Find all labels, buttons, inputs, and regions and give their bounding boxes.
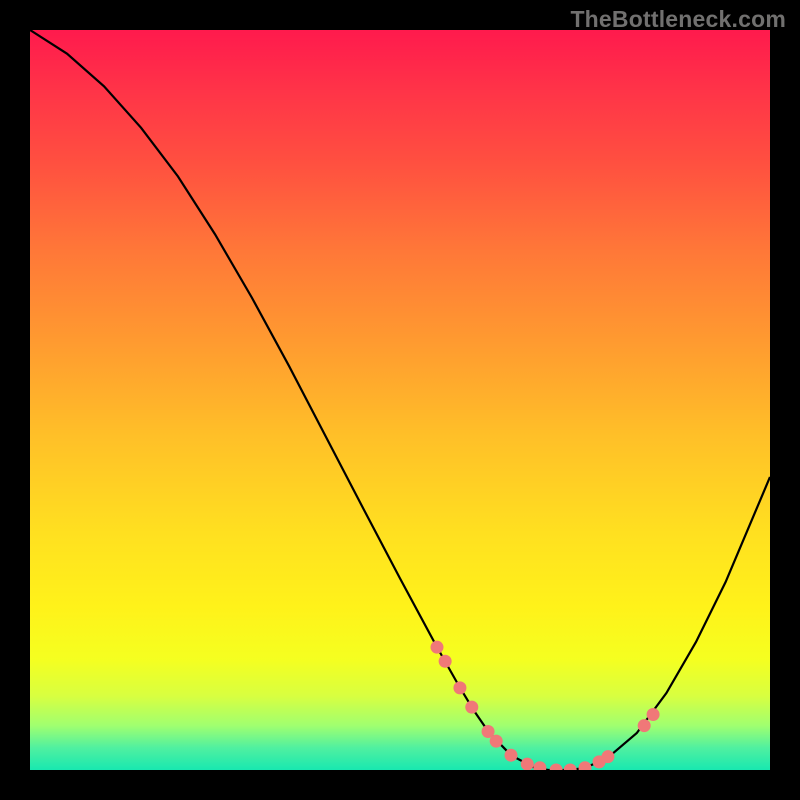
data-marker: [564, 764, 577, 771]
data-marker: [490, 735, 503, 748]
data-marker: [638, 719, 651, 732]
data-marker: [453, 681, 466, 694]
watermark-text: TheBottleneck.com: [570, 6, 786, 33]
chart-overlay: [30, 30, 770, 770]
bottleneck-curve: [30, 30, 770, 770]
data-marker: [465, 701, 478, 714]
data-marker: [601, 750, 614, 763]
data-marker: [550, 764, 563, 771]
data-marker: [647, 708, 660, 721]
data-marker: [579, 761, 592, 770]
data-markers: [431, 641, 660, 770]
data-marker: [431, 641, 444, 654]
data-marker: [521, 758, 534, 770]
data-marker: [505, 749, 518, 762]
data-marker: [533, 761, 546, 770]
data-marker: [439, 655, 452, 668]
